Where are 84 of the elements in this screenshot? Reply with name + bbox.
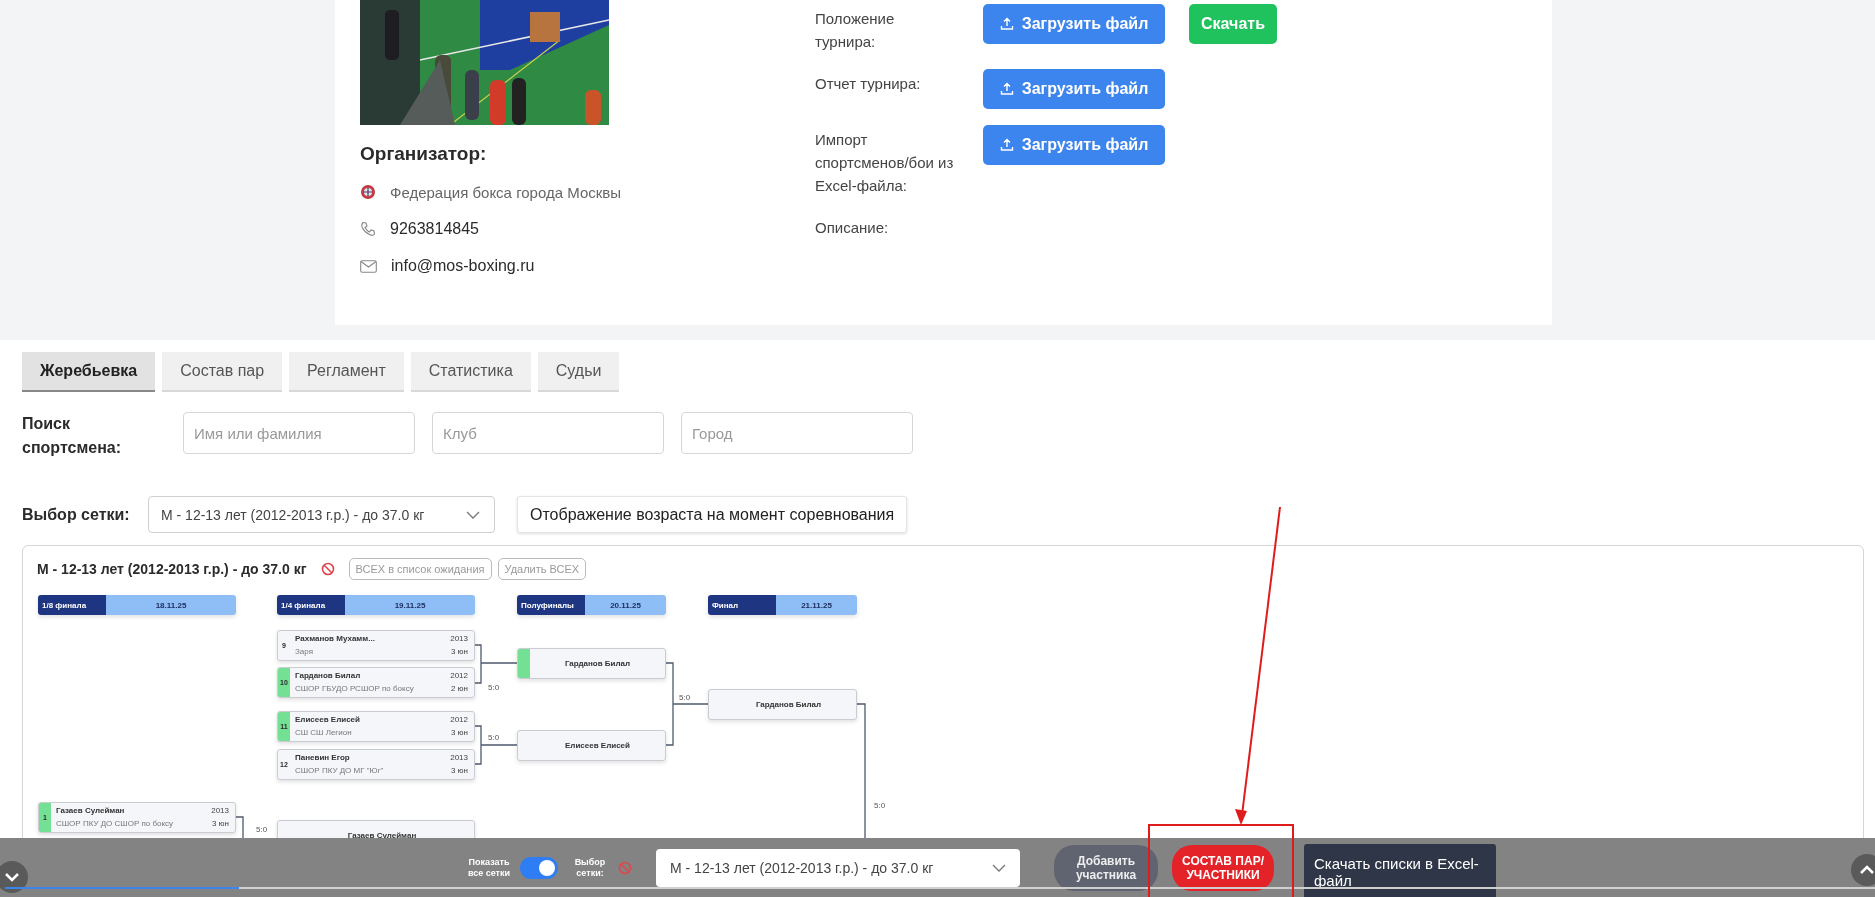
round-date: 18.11.25	[106, 595, 236, 615]
athlete-name: Елисеев Елисей	[564, 740, 631, 752]
club-name: СШ СШ Легион	[295, 727, 352, 739]
document-label: Отчет турнира:	[815, 74, 922, 94]
phone-number: 9263814845	[390, 220, 479, 238]
phone-icon	[360, 221, 376, 237]
athlete-name: Газаев Сулейман	[346, 830, 418, 842]
athlete-name: Гарданов Билал	[754, 699, 823, 711]
download-lists-button[interactable]: Скачать списки в Excel-файл	[1304, 844, 1496, 897]
grid-select-label: Выбор сетки:	[573, 856, 607, 879]
federation-logo-icon	[360, 184, 376, 200]
forbidden-icon	[618, 860, 632, 875]
round-date: 20.11.25	[585, 595, 666, 615]
club-name: СШОР ПКУ ДО СШОР по боксу	[56, 818, 174, 830]
collapse-button[interactable]	[0, 860, 28, 893]
age-display-button[interactable]: Отображение возраста на момент соревнования	[517, 496, 908, 533]
organizer-heading: Организатор:	[360, 143, 488, 165]
add-participant-button[interactable]: Добавить участника	[1054, 844, 1158, 891]
athlete-name: Газаев Сулейман	[56, 805, 125, 817]
tab[interactable]: Статистика	[410, 352, 531, 392]
match-score: 5:0	[874, 801, 886, 810]
grid-select[interactable]: М - 12-13 лет (2012-2013 г.р.) - до 37.0 кг	[148, 496, 495, 533]
upload-icon	[999, 82, 1014, 96]
athlete-name: Гарданов Билал	[563, 658, 632, 670]
athlete-rank: 2 юн	[450, 683, 468, 695]
club-name: СШОР ГБУДО РСШОР по боксу	[295, 683, 414, 695]
round-label: 1/8 финала	[38, 595, 106, 615]
mail-icon	[360, 259, 377, 273]
chevron-down-icon	[4, 871, 20, 882]
show-all-toggle[interactable]	[520, 856, 558, 879]
tab[interactable]: Состав пар	[162, 352, 283, 392]
round-label: 1/4 финала	[277, 595, 345, 615]
connector-line	[474, 725, 518, 765]
search-label: Поиск спортсмена:	[22, 414, 123, 458]
tab[interactable]: Жеребьевка	[22, 352, 156, 392]
birth-year: 2012	[450, 670, 468, 682]
athlete-name: Паневин Егор	[295, 752, 350, 764]
match-score: 5:0	[256, 825, 268, 834]
upload-icon	[999, 17, 1014, 31]
upload-icon	[999, 138, 1014, 152]
organizer-name: Федерация бокса города Москвы	[390, 183, 622, 201]
tab[interactable]: Регламент	[289, 352, 404, 392]
bracket-title: М - 12-13 лет (2012-2013 г.р.) - до 37.0 кг	[37, 561, 307, 577]
grid-select-label: Выбор сетки:	[22, 505, 131, 524]
connector-line	[474, 644, 518, 684]
match-score: 5:0	[488, 733, 500, 742]
athlete-rank: 3 юн	[211, 818, 229, 830]
chevron-up-icon	[1859, 865, 1875, 875]
search-field[interactable]: Город	[681, 412, 913, 454]
athlete-rank: 3 юн	[450, 765, 468, 777]
athlete-name: Елисеев Елисей	[295, 714, 360, 726]
birth-year: 2013	[450, 752, 468, 764]
birth-year: 2013	[211, 805, 229, 817]
search-field[interactable]: Имя или фамилия	[183, 412, 415, 454]
round-label: Финал	[708, 595, 776, 615]
search-field[interactable]: Клуб	[432, 412, 664, 454]
club-name: Заря	[295, 646, 313, 658]
pairs-button[interactable]: СОСТАВ ПАР/ УЧАСТНИКИ	[1172, 844, 1274, 891]
athlete-rank: 3 юн	[450, 646, 468, 658]
forbidden-icon	[320, 562, 335, 576]
round-date: 19.11.25	[345, 595, 475, 615]
toggle-label: Показать все сетки	[466, 856, 512, 879]
round-date: 21.11.25	[776, 595, 857, 615]
upload-button[interactable]: Загрузить файл	[983, 4, 1165, 44]
email-address: info@mos-boxing.ru	[391, 257, 535, 275]
birth-year: 2012	[450, 714, 468, 726]
document-label: Импорт спортсменов/бои из Excel-файла:	[815, 130, 955, 196]
upload-button[interactable]: Загрузить файл	[983, 69, 1165, 109]
athlete-name: Гарданов Билал	[295, 670, 361, 682]
scroll-up-button[interactable]	[1851, 854, 1875, 886]
document-label: Положение турнира:	[815, 9, 896, 52]
chevron-down-icon	[992, 863, 1006, 872]
upload-button[interactable]: Загрузить файл	[983, 125, 1165, 165]
club-name: СШОР ПКУ ДО МГ "Юг"	[295, 765, 384, 777]
athlete-name: Рахманов Мухамм...	[295, 633, 375, 645]
document-label: Описание:	[815, 218, 890, 238]
round-label: Полуфиналы	[517, 595, 585, 615]
athlete-rank: 3 юн	[450, 727, 468, 739]
match-score: 5:0	[488, 683, 500, 692]
birth-year: 2013	[450, 633, 468, 645]
chevron-down-icon	[466, 510, 480, 519]
grid-select[interactable]: М - 12-13 лет (2012-2013 г.р.) - до 37.0 кг	[656, 848, 1020, 887]
tab[interactable]: Судьи	[537, 352, 620, 392]
match-score: 5:0	[679, 693, 691, 702]
